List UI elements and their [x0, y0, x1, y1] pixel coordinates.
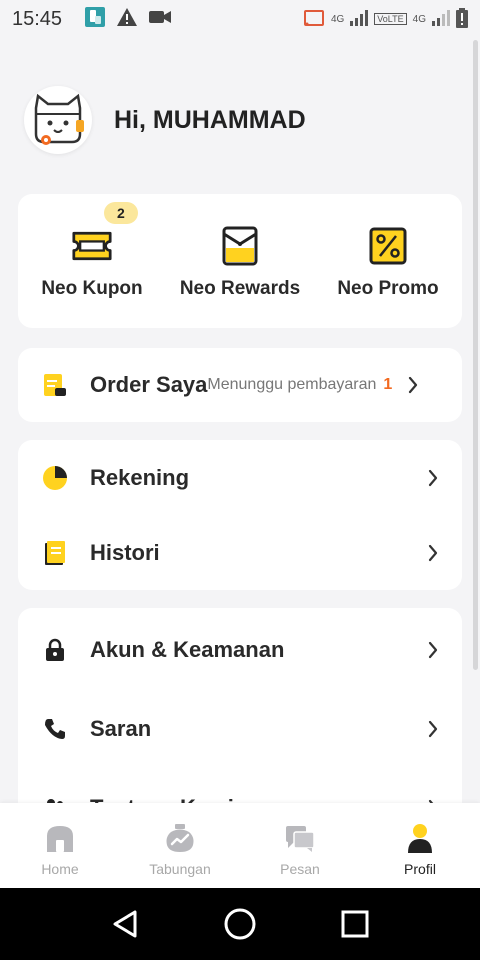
chevron-right-icon	[426, 543, 440, 563]
neo-promo-button[interactable]: Neo Promo	[314, 194, 462, 328]
book-icon	[42, 540, 68, 566]
chat-icon	[283, 821, 317, 855]
cast-icon	[303, 9, 325, 30]
cat-avatar-icon	[34, 93, 84, 145]
order-icon	[42, 372, 68, 398]
home-circle-icon	[224, 908, 256, 940]
saran-row[interactable]: Saran	[18, 689, 462, 768]
nav-pesan[interactable]: Pesan	[240, 803, 360, 888]
bottom-navigation: Home Tabungan Pesan Profil	[0, 803, 480, 888]
video-icon	[148, 8, 172, 31]
histori-label: Histori	[90, 539, 160, 565]
neo-kupon-label: Neo Kupon	[41, 278, 143, 299]
nav-tabungan[interactable]: Tabungan	[120, 803, 240, 888]
system-navigation-bar	[0, 888, 480, 960]
histori-row[interactable]: Histori	[18, 515, 462, 590]
chevron-right-icon	[426, 468, 440, 488]
account-menu-card: Rekening Histori	[18, 440, 462, 590]
nav-pesan-label: Pesan	[280, 861, 320, 877]
nav-profil[interactable]: Profil	[360, 803, 480, 888]
savings-icon	[163, 821, 197, 855]
scrollbar[interactable]	[473, 40, 478, 670]
back-button[interactable]	[101, 900, 149, 948]
greeting-title: Hi, MUHAMMAD	[114, 105, 306, 134]
lock-icon	[42, 637, 68, 663]
rekening-row[interactable]: Rekening	[18, 440, 462, 515]
neo-rewards-button[interactable]: Neo Rewards	[166, 194, 314, 328]
network-type-label: 4G	[330, 13, 345, 25]
profile-header: Hi, MUHAMMAD	[24, 86, 306, 154]
ticket-icon	[72, 226, 112, 266]
phone-icon	[42, 716, 68, 742]
order-status-text: Menunggu pembayaran	[207, 376, 377, 393]
signal-icon-2	[432, 9, 450, 29]
recents-square-icon	[341, 910, 369, 938]
home-system-button[interactable]	[216, 900, 264, 948]
akun-keamanan-label: Akun & Keamanan	[90, 636, 285, 662]
recents-button[interactable]	[331, 900, 379, 948]
neo-rewards-label: Neo Rewards	[179, 278, 301, 299]
kupon-count-badge: 2	[104, 202, 138, 224]
percent-icon	[368, 226, 408, 266]
quick-actions-card: 2 Neo Kupon Neo Rewards Neo Promo	[18, 194, 462, 328]
order-count: 1	[383, 376, 393, 393]
chevron-right-icon	[426, 719, 440, 739]
order-saya-row[interactable]: Order Saya Menunggu pembayaran 1	[18, 348, 462, 422]
volte-badge: VoLTE	[374, 13, 407, 25]
sim-toolkit-icon	[84, 6, 106, 33]
status-bar: 15:45 4G VoLTE 4G	[0, 0, 480, 38]
status-time: 15:45	[12, 7, 63, 30]
settings-menu-card: Akun & Keamanan Saran Tentang Kami	[18, 608, 462, 818]
nav-tabungan-label: Tabungan	[149, 861, 211, 877]
neo-kupon-button[interactable]: 2 Neo Kupon	[18, 194, 166, 328]
pie-chart-icon	[42, 465, 68, 491]
network-type-label-2: 4G	[412, 13, 426, 25]
envelope-icon	[220, 226, 260, 266]
home-icon	[43, 821, 77, 855]
back-triangle-icon	[113, 910, 137, 938]
signal-icon	[350, 9, 369, 29]
neo-promo-label: Neo Promo	[337, 278, 439, 299]
rekening-label: Rekening	[90, 464, 190, 490]
nav-home-label: Home	[41, 861, 79, 877]
warning-icon	[116, 7, 138, 32]
nav-home[interactable]: Home	[0, 803, 120, 888]
avatar[interactable]	[24, 86, 92, 154]
battery-icon	[456, 7, 468, 31]
saran-label: Saran	[90, 715, 152, 741]
chevron-right-icon	[406, 375, 420, 395]
akun-keamanan-row[interactable]: Akun & Keamanan	[18, 610, 462, 689]
chevron-right-icon	[426, 640, 440, 660]
order-saya-label: Order Saya	[90, 372, 208, 397]
person-icon	[403, 821, 437, 855]
nav-profil-label: Profil	[404, 861, 436, 877]
